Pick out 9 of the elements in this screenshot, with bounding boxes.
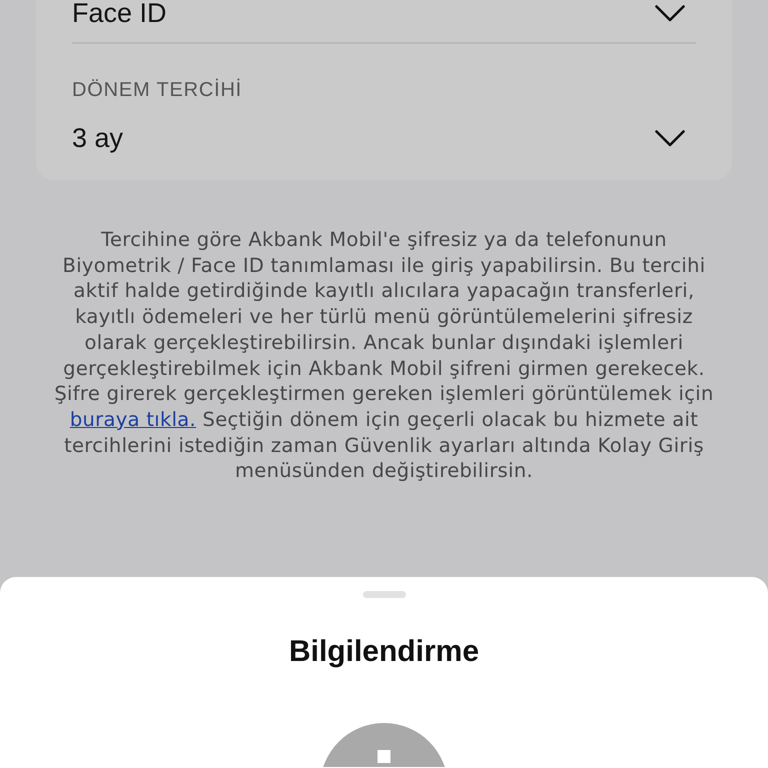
select-field[interactable]: Face ID [72, 0, 696, 27]
field-label: DÖNEM TERCİHİ [72, 78, 244, 102]
select-field[interactable]: 3 ay [72, 122, 696, 154]
link[interactable]: buraya tıkla. [70, 408, 196, 431]
sheet-handle[interactable] [362, 591, 406, 598]
sheet-title: Bilgilendirme [288, 635, 480, 669]
chevron-down-icon [655, 5, 685, 22]
info-paragraph: Tercihine göre Akbank Mobil'e şifresiz ya da telefonunun Biyometrik / Face ID tanımlaması ile giriş yapabilirsin. Bu tercihi aktif halde getirdiğinde kayıtlı alıcılara yapacağın transferleri, kayıtlı ödemeleri ve her türlü menü görüntülemelerini şifresiz olarak gerçekleştirebilirsin. Ancak bunlar dışındaki işlemleri gerçekleştirebilmek için Akbank Mobil şifreni girmen gerekecek. Şifre girerek gerçekleştirmen gereken işlemleri görüntülemek için buraya tıkla. Seçtiğin dönem için geçerli olacak bu hizmete ait tercihlerini istediğin zaman Güvenlik ayarları altında Kolay Giriş menüsünden değiştirebilirsin. [53, 227, 715, 484]
chevron-down-icon [655, 130, 685, 146]
